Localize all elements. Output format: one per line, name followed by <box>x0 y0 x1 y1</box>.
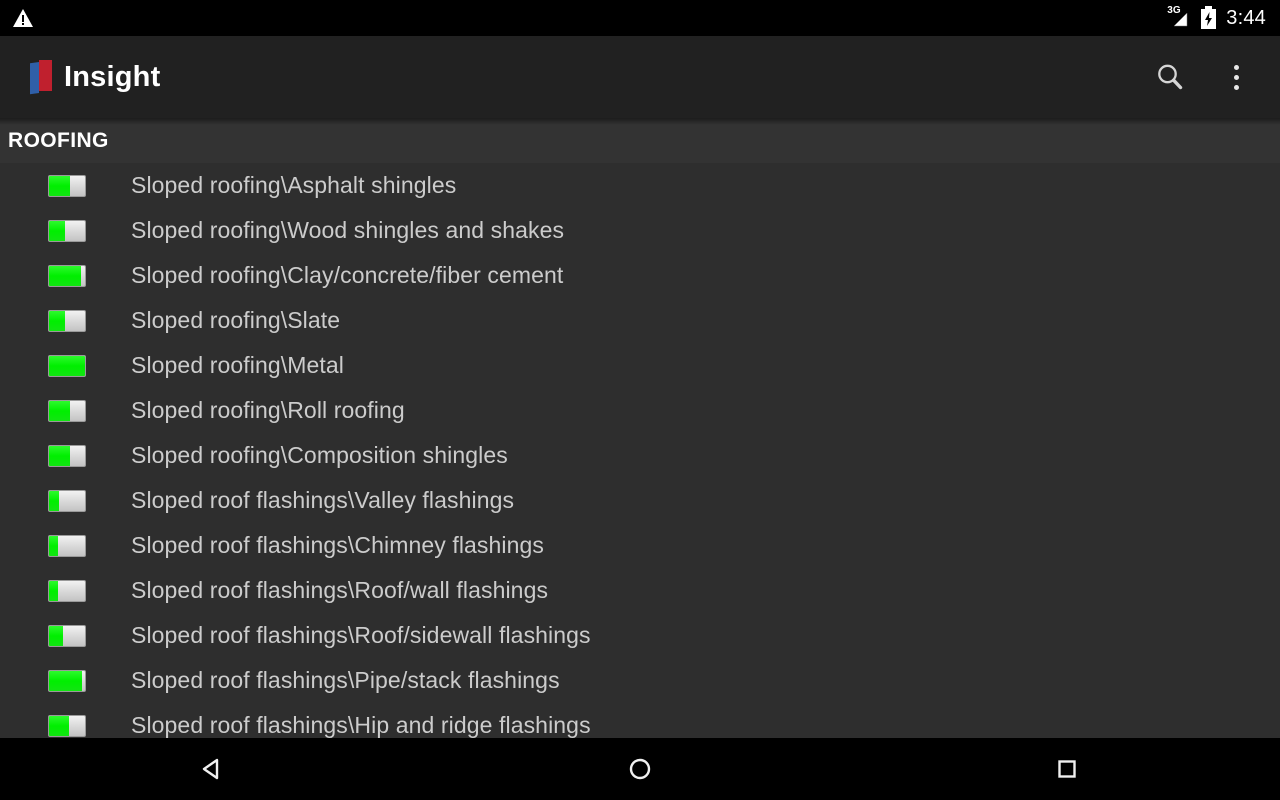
status-bar-left <box>12 8 34 28</box>
status-bar: 3G 3:44 <box>0 0 1280 36</box>
network-type-label: 3G <box>1167 5 1181 16</box>
progress-gauge[interactable] <box>48 579 86 602</box>
progress-gauge[interactable] <box>48 714 86 737</box>
progress-gauge[interactable] <box>48 174 86 197</box>
progress-gauge-fill <box>49 355 85 376</box>
list-item-label: Sloped roofing\Metal <box>131 352 344 378</box>
list-item[interactable]: Sloped roof flashings\Roof/sidewall flas… <box>0 613 1280 658</box>
recents-square-icon[interactable] <box>853 738 1280 800</box>
list-item[interactable]: Sloped roof flashings\Pipe/stack flashin… <box>0 658 1280 703</box>
progress-gauge[interactable] <box>48 669 86 692</box>
list-item-label: Sloped roof flashings\Roof/sidewall flas… <box>131 622 591 648</box>
progress-gauge[interactable] <box>48 354 86 377</box>
insight-book-logo <box>30 60 52 95</box>
progress-gauge[interactable] <box>48 309 86 332</box>
progress-gauge[interactable] <box>48 489 86 512</box>
list-item[interactable]: Sloped roof flashings\Chimney flashings <box>0 523 1280 568</box>
list-item[interactable]: Sloped roofing\Slate <box>0 298 1280 343</box>
action-bar-actions <box>1148 55 1258 99</box>
progress-gauge-fill <box>49 175 70 196</box>
app-brand: Insight <box>30 60 161 95</box>
list-item-label: Sloped roof flashings\Chimney flashings <box>131 532 545 558</box>
progress-gauge[interactable] <box>48 399 86 422</box>
progress-gauge[interactable] <box>48 534 86 557</box>
list-item[interactable]: Sloped roofing\Metal <box>0 343 1280 388</box>
progress-gauge-fill <box>49 490 60 511</box>
progress-gauge-fill <box>49 400 70 421</box>
list-item[interactable]: Sloped roofing\Clay/concrete/fiber cemen… <box>0 253 1280 298</box>
list-item-label: Sloped roofing\Wood shingles and shakes <box>131 217 565 243</box>
action-bar: Insight <box>0 36 1280 118</box>
list-item[interactable]: Sloped roofing\Roll roofing <box>0 388 1280 433</box>
progress-gauge-fill <box>49 265 82 286</box>
progress-gauge-fill <box>49 580 58 601</box>
back-triangle-icon[interactable] <box>0 738 427 800</box>
progress-gauge-fill <box>49 715 69 736</box>
status-bar-clock: 3:44 <box>1226 7 1266 29</box>
progress-gauge-fill <box>49 445 70 466</box>
section-header-label: ROOFING <box>8 128 109 152</box>
list-item-label: Sloped roof flashings\Roof/wall flashing… <box>131 577 549 603</box>
progress-gauge-fill <box>49 670 83 691</box>
progress-gauge[interactable] <box>48 219 86 242</box>
list-item[interactable]: Sloped roof flashings\Roof/wall flashing… <box>0 568 1280 613</box>
progress-gauge-fill <box>49 310 66 331</box>
list-item-label: Sloped roofing\Composition shingles <box>131 442 508 468</box>
list-item[interactable]: Sloped roof flashings\Hip and ridge flas… <box>0 703 1280 738</box>
list-item[interactable]: Sloped roof flashings\Valley flashings <box>0 478 1280 523</box>
overflow-menu-icon[interactable] <box>1214 55 1258 99</box>
progress-gauge-fill <box>49 220 65 241</box>
list-item[interactable]: Sloped roofing\Asphalt shingles <box>0 163 1280 208</box>
list-item-label: Sloped roof flashings\Pipe/stack flashin… <box>131 667 560 693</box>
content-area: ROOFING Sloped roofing\Asphalt shingles S… <box>0 118 1280 738</box>
list-item-label: Sloped roof flashings\Valley flashings <box>131 487 515 513</box>
android-screen: 3G 3:44 Insight ROOFING Sloped roofing\A… <box>0 0 1280 800</box>
list-item-label: Sloped roofing\Slate <box>131 307 341 333</box>
inspection-item-list[interactable]: Sloped roofing\Asphalt shingles Sloped ro… <box>0 163 1280 738</box>
battery-charging-icon <box>1200 6 1217 30</box>
list-item-label: Sloped roofing\Clay/concrete/fiber cemen… <box>131 262 564 288</box>
progress-gauge-fill <box>49 535 58 556</box>
home-circle-icon[interactable] <box>427 738 854 800</box>
progress-gauge-fill <box>49 625 63 646</box>
app-title: Insight <box>64 60 161 93</box>
status-bar-right: 3G 3:44 <box>1165 6 1266 30</box>
progress-gauge[interactable] <box>48 264 86 287</box>
list-item-label: Sloped roofing\Roll roofing <box>131 397 405 423</box>
signal-bars-icon: 3G <box>1165 5 1191 29</box>
progress-gauge[interactable] <box>48 624 86 647</box>
system-navigation-bar <box>0 738 1280 800</box>
progress-gauge[interactable] <box>48 444 86 467</box>
search-icon[interactable] <box>1148 55 1192 99</box>
list-item-label: Sloped roofing\Asphalt shingles <box>131 172 457 198</box>
section-header-roofing: ROOFING <box>0 118 1280 163</box>
warning-triangle-icon <box>12 8 34 28</box>
list-item[interactable]: Sloped roofing\Composition shingles <box>0 433 1280 478</box>
list-item-label: Sloped roof flashings\Hip and ridge flas… <box>131 712 591 738</box>
list-item[interactable]: Sloped roofing\Wood shingles and shakes <box>0 208 1280 253</box>
